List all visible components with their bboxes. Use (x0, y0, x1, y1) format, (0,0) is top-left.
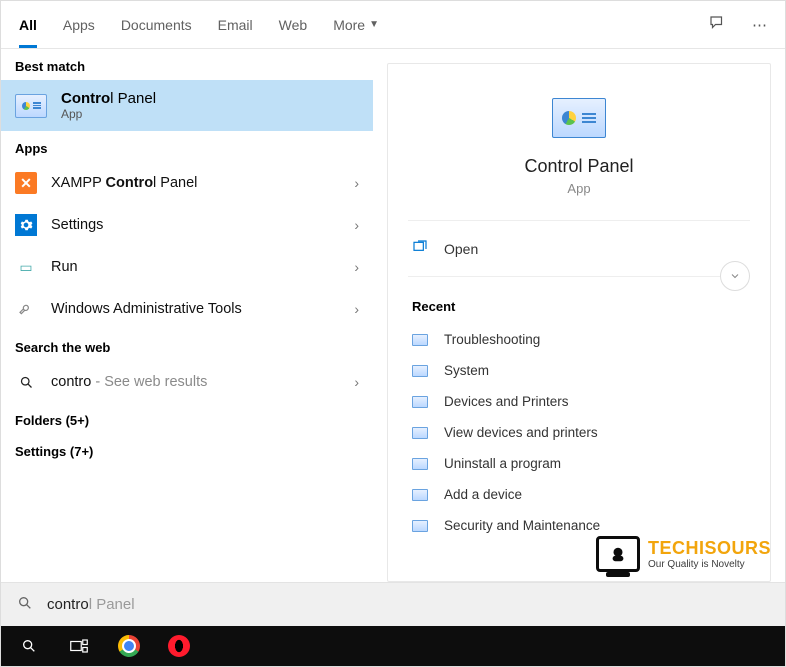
open-icon (412, 239, 428, 258)
taskbar-opera[interactable] (157, 626, 201, 666)
recent-troubleshooting[interactable]: Troubleshooting (408, 324, 750, 355)
result-xampp[interactable]: ✕ XAMPP Control Panel › (1, 162, 373, 204)
result-web-search[interactable]: contro - See web results › (1, 361, 373, 403)
cpl-icon (412, 396, 428, 408)
best-match-result[interactable]: Control Panel App (1, 80, 373, 131)
recent-heading: Recent (408, 277, 750, 324)
tab-documents[interactable]: Documents (121, 3, 192, 47)
preview-subtitle: App (567, 181, 590, 196)
preview-header: Control Panel App (408, 78, 750, 221)
section-settings[interactable]: Settings (7+) (1, 434, 373, 465)
chrome-icon (118, 635, 140, 657)
section-apps: Apps (1, 131, 373, 162)
taskbar-search-button[interactable] (7, 626, 51, 666)
recent-system[interactable]: System (408, 355, 750, 386)
search-text: control Panel (47, 596, 135, 613)
result-admin-tools[interactable]: Windows Administrative Tools › (1, 288, 373, 330)
search-icon (17, 595, 33, 615)
action-open-label: Open (444, 241, 478, 257)
tab-all[interactable]: All (19, 3, 37, 47)
preview-title: Control Panel (524, 156, 633, 177)
result-run[interactable]: ▭ Run › (1, 246, 373, 288)
control-panel-icon-large (552, 98, 606, 138)
cpl-icon (412, 427, 428, 439)
tab-web[interactable]: Web (279, 3, 308, 47)
taskbar-taskview-button[interactable] (57, 626, 101, 666)
section-folders[interactable]: Folders (5+) (1, 403, 373, 434)
action-open[interactable]: Open (408, 221, 750, 277)
taskbar-chrome[interactable] (107, 626, 151, 666)
best-match-text: Control Panel App (61, 90, 156, 121)
chevron-down-icon: ▼ (369, 19, 379, 30)
chevron-right-icon: › (354, 374, 359, 390)
chevron-right-icon: › (354, 175, 359, 191)
more-options-icon[interactable]: ⋯ (752, 16, 767, 34)
chevron-right-icon: › (354, 259, 359, 275)
recent-add-device[interactable]: Add a device (408, 479, 750, 510)
taskbar (1, 626, 785, 666)
cpl-icon (412, 489, 428, 501)
control-panel-icon (15, 94, 47, 118)
xampp-icon: ✕ (15, 172, 37, 194)
main-area: Best match Control Panel App Apps ✕ XAMP… (1, 49, 785, 582)
filter-tabs: All Apps Documents Email Web More ▼ ⋯ (1, 1, 785, 49)
recent-uninstall[interactable]: Uninstall a program (408, 448, 750, 479)
section-best-match: Best match (1, 49, 373, 80)
expand-actions-button[interactable] (720, 261, 750, 291)
watermark-logo (596, 536, 640, 572)
feedback-icon[interactable] (708, 14, 726, 36)
cpl-icon (412, 334, 428, 346)
tab-email[interactable]: Email (218, 3, 253, 47)
tab-more-label: More (333, 17, 365, 33)
opera-icon (168, 635, 190, 657)
preview-pane: Control Panel App Open Recent Troublesho… (387, 63, 771, 582)
cpl-icon (412, 365, 428, 377)
gear-icon (15, 214, 37, 236)
watermark: TECHISOURS Our Quality is Novelty (596, 536, 771, 572)
run-icon: ▭ (15, 256, 37, 278)
search-input-bar[interactable]: control Panel (1, 582, 785, 626)
admin-tools-icon (15, 298, 37, 320)
tab-more[interactable]: More ▼ (333, 3, 379, 47)
section-search-web: Search the web (1, 330, 373, 361)
cpl-icon (412, 520, 428, 532)
recent-view-devices[interactable]: View devices and printers (408, 417, 750, 448)
tab-apps[interactable]: Apps (63, 3, 95, 47)
search-icon (15, 371, 37, 393)
chevron-right-icon: › (354, 301, 359, 317)
recent-devices-printers[interactable]: Devices and Printers (408, 386, 750, 417)
chevron-right-icon: › (354, 217, 359, 233)
result-settings[interactable]: Settings › (1, 204, 373, 246)
results-pane: Best match Control Panel App Apps ✕ XAMP… (1, 49, 373, 582)
cpl-icon (412, 458, 428, 470)
